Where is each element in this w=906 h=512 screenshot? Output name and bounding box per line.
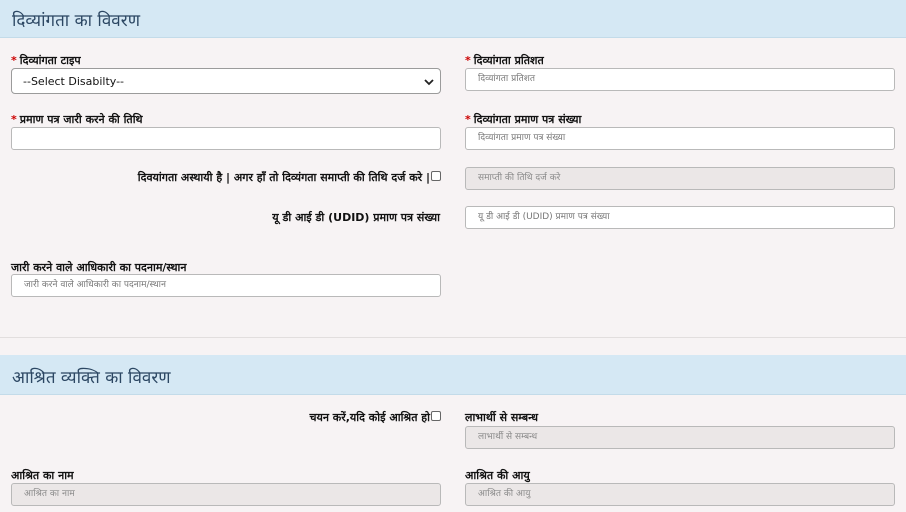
disability-type-select[interactable]: --Select Disabilty-- [11, 68, 441, 94]
dependent-name-label: आश्रित का नाम [11, 469, 74, 482]
dependent-age-label: आश्रित की आयु [465, 469, 530, 482]
disability-percent-label: * दिव्यांगता प्रतिशत [465, 54, 544, 67]
disability-type-selected-value: --Select Disabilty-- [23, 75, 125, 88]
disability-type-label: * दिव्यांगता टाइप [11, 54, 81, 67]
temporary-disability-checkbox[interactable] [431, 171, 441, 181]
relation-label: लाभार्थी से सम्बन्ध [465, 411, 538, 424]
disability-section-header: दिव्यांगता का विवरण [0, 0, 906, 38]
select-dependent-checkbox[interactable] [431, 411, 441, 421]
issuing-officer-input[interactable]: जारी करने वाले आधिकारी का पदनाम/स्थान [11, 274, 441, 297]
dependent-section-header: आश्रित व्यक्ति का विवरण [0, 355, 906, 395]
required-marker: * [465, 113, 471, 126]
required-marker: * [465, 54, 471, 67]
certificate-date-label: * प्रमाण पत्र जारी करने की तिथि [11, 113, 143, 126]
disability-section-title: दिव्यांगता का विवरण [12, 11, 140, 31]
certificate-number-label: * दिव्यांगता प्रमाण पत्र संख्या [465, 113, 582, 126]
issuing-officer-label: जारी करने वाले आधिकारी का पदनाम/स्थान [11, 261, 187, 274]
required-marker: * [11, 113, 17, 126]
udid-label: यू डी आई डी (UDID) प्रमाण पत्र संख्या [272, 211, 440, 224]
select-dependent-label: चयन करें,यदि कोई आश्रित हो [309, 411, 430, 424]
dependent-name-input: आश्रित का नाम [11, 483, 441, 506]
dependent-age-input: आश्रित की आयु [465, 483, 895, 506]
relation-input: लाभार्थी से सम्बन्ध [465, 426, 895, 449]
certificate-date-input[interactable] [11, 127, 441, 150]
udid-input[interactable]: यू डी आई डी (UDID) प्रमाण पत्र संख्या [465, 206, 895, 229]
disability-percent-input[interactable]: दिव्यांगता प्रतिशत [465, 68, 895, 91]
dependent-section-title: आश्रित व्यक्ति का विवरण [12, 368, 171, 388]
section-divider [0, 337, 906, 338]
chevron-down-icon [424, 79, 434, 86]
certificate-number-input[interactable]: दिव्यांगता प्रमाण पत्र संख्या [465, 127, 895, 150]
end-date-input: समाप्ती की तिथि दर्ज करे [465, 167, 895, 190]
required-marker: * [11, 54, 17, 67]
temporary-disability-label: दिवयांगता अस्थायी है | अगर हाँ तो दिव्यं… [137, 171, 430, 184]
